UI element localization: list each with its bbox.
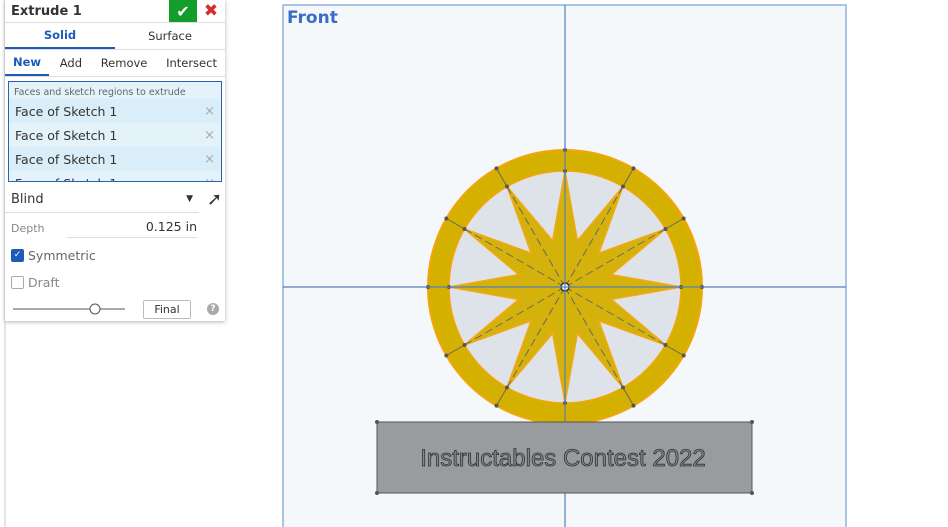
sketch-point <box>494 403 499 408</box>
sketch-point <box>621 385 625 390</box>
tab-surface[interactable]: Surface <box>115 23 225 49</box>
selection-label: Faces and sketch regions to extrude <box>14 87 186 98</box>
preview-slider[interactable] <box>11 302 127 316</box>
end-type-select[interactable]: Blind ▼ <box>5 186 199 213</box>
sketch-point <box>681 216 686 221</box>
selection-item[interactable]: Face of Sketch 1× <box>9 123 221 147</box>
chevron-down-icon: ▼ <box>186 194 193 204</box>
dialog-title: Extrude 1 <box>11 3 82 19</box>
sketch-point <box>505 385 509 390</box>
direction-arrow-icon[interactable]: ➚ <box>207 189 222 210</box>
depth-input[interactable]: 0.125 in <box>67 219 197 238</box>
final-button[interactable]: Final <box>143 299 191 319</box>
tab-new[interactable]: New <box>5 50 50 76</box>
tab-add[interactable]: Add <box>52 50 90 76</box>
draft-checkbox[interactable] <box>11 275 24 289</box>
tab-intersect[interactable]: Intersect <box>158 50 225 76</box>
depth-label: Depth <box>11 221 45 235</box>
remove-icon[interactable]: × <box>204 128 215 143</box>
view-label: Front <box>287 8 338 28</box>
selection-item[interactable]: Face of Sketch 1× <box>9 171 221 182</box>
accept-button[interactable]: ✔ <box>169 0 197 22</box>
selection-item[interactable]: Face of Sketch 1× <box>9 147 221 171</box>
remove-icon[interactable]: × <box>204 152 215 167</box>
sketch-point <box>494 166 499 171</box>
remove-icon[interactable]: × <box>204 176 215 182</box>
draft-label: Draft <box>28 274 60 290</box>
remove-icon[interactable]: × <box>204 104 215 119</box>
contest-text: Instructables Contest 2022 <box>420 445 706 472</box>
sketch-point <box>621 184 625 189</box>
sketch-point <box>444 353 449 358</box>
selection-list[interactable]: Faces and sketch regions to extrude Face… <box>8 81 222 182</box>
sketch-point <box>663 343 668 347</box>
symmetric-checkbox[interactable]: ✓ <box>11 248 24 262</box>
help-icon[interactable]: ? <box>206 303 219 315</box>
sketch-point <box>681 353 686 358</box>
sketch-point <box>462 343 467 347</box>
sketch-point <box>631 403 636 408</box>
sketch-point <box>631 166 636 171</box>
sketch-point <box>505 184 509 189</box>
extrude-dialog: Extrude 1 ✔ ✖ Solid Surface New Add Remo… <box>5 0 225 321</box>
selection-item[interactable]: Face of Sketch 1× <box>9 99 221 123</box>
sketch-point <box>444 216 449 221</box>
cancel-button[interactable]: ✖ <box>197 0 225 22</box>
tab-remove[interactable]: Remove <box>93 50 156 76</box>
checkmark-icon: ✔ <box>176 1 190 21</box>
close-icon: ✖ <box>203 1 219 21</box>
sketch-point <box>663 227 668 231</box>
symmetric-label: Symmetric <box>28 247 96 263</box>
sketch-point <box>462 227 467 231</box>
tab-solid[interactable]: Solid <box>5 23 115 49</box>
